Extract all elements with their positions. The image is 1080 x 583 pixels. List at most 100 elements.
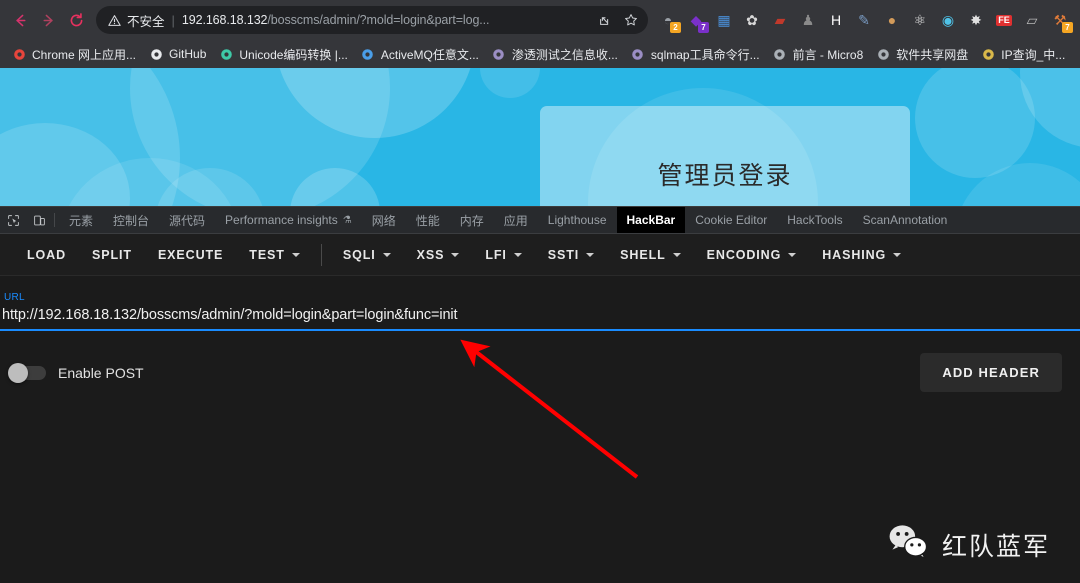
hackbar-payload-group: SQLI XSS LFI SSTI SHELL ENCODING HASHING: [330, 234, 914, 276]
reload-button[interactable]: [62, 6, 90, 34]
hackbar-menu-sqli[interactable]: SQLI: [330, 234, 404, 276]
login-card: 管理员登录: [540, 106, 910, 206]
omnibox-separator: |: [171, 12, 175, 28]
page-viewport: 管理员登录: [0, 68, 1080, 206]
chevron-down-icon: [291, 252, 300, 257]
bookmarks-bar: Chrome 网上应用... GitHub Unicode编码转换 |... Acti…: [0, 40, 1080, 68]
device-toolbar-icon[interactable]: [26, 207, 52, 233]
hackbar-action-test[interactable]: TEST: [236, 234, 313, 276]
chevron-down-icon: [382, 252, 391, 257]
user-agent-switcher-extension[interactable]: ♟: [794, 6, 822, 34]
burp-proxy-extension[interactable]: ▰: [766, 6, 794, 34]
warning-triangle-icon: [108, 14, 121, 27]
devtools-tab-lighthouse[interactable]: Lighthouse: [538, 207, 617, 233]
tab-label: Performance insights: [225, 213, 338, 227]
button-label: LOAD: [27, 247, 67, 262]
enable-post-toggle[interactable]: [8, 362, 46, 383]
wappalyzer-extension[interactable]: ▦: [710, 6, 738, 34]
fe-editor-extension-glyph: FE: [996, 14, 1012, 26]
tab-label: Lighthouse: [547, 213, 607, 227]
bookmark-star-icon[interactable]: [618, 7, 644, 33]
violentmonkey-extension-badge: 7: [698, 22, 709, 33]
settings-gear-extension[interactable]: ✿: [738, 6, 766, 34]
share-icon[interactable]: [592, 7, 618, 33]
add-header-button[interactable]: ADD HEADER: [920, 353, 1062, 392]
burp-proxy-extension-glyph: ▰: [774, 12, 786, 28]
devtools-tab-元素[interactable]: 元素: [59, 207, 103, 233]
button-label: SPLIT: [92, 247, 132, 262]
inspector-extension-glyph: ✎: [858, 12, 870, 28]
fe-editor-extension[interactable]: FE: [990, 6, 1018, 34]
hackbar-menu-shell[interactable]: SHELL: [607, 234, 693, 276]
wechat-icon: [888, 524, 930, 565]
enable-post-toggle-wrap[interactable]: Enable POST: [8, 362, 144, 383]
hackbar-menu-hashing[interactable]: HASHING: [809, 234, 914, 276]
swimming-extension[interactable]: ◉: [934, 6, 962, 34]
button-label: HASHING: [822, 247, 887, 262]
devtools-tab-性能[interactable]: 性能: [406, 207, 450, 233]
bookmark-item[interactable]: ActiveMQ任意文...: [354, 43, 485, 66]
bookmark-label: GitHub: [169, 47, 207, 61]
devtools-tab-内存[interactable]: 内存: [450, 207, 494, 233]
bookmark-item[interactable]: 渗透测试之信息收...: [485, 43, 624, 66]
chrome-webstore-icon: [11, 46, 27, 62]
hackbar-menu-encoding[interactable]: ENCODING: [694, 234, 810, 276]
devtools-tab-cookie-editor[interactable]: Cookie Editor: [685, 207, 777, 233]
bookmark-item[interactable]: Unicode编码转换 |...: [212, 43, 353, 66]
tab-label: ScanAnnotation: [862, 213, 948, 227]
inspector-extension[interactable]: ✎: [850, 6, 878, 34]
experiment-flask-icon: ⚗: [342, 214, 352, 226]
back-button[interactable]: [6, 6, 34, 34]
bookmark-item[interactable]: 软件共享网盘: [869, 43, 974, 66]
url-path: /bosscms/admin/?mold=login&part=log...: [267, 13, 490, 27]
devtools-tab-控制台[interactable]: 控制台: [103, 207, 159, 233]
proxy-switchyomega-extension-badge: 2: [670, 22, 681, 33]
bookmark-label: IP查询_中...: [1001, 47, 1066, 62]
hackbar-menu-lfi[interactable]: LFI: [472, 234, 534, 276]
anchor-icon: [491, 46, 507, 62]
hackbar-menu-ssti[interactable]: SSTI: [535, 234, 607, 276]
devtools-tab-网络[interactable]: 网络: [362, 207, 406, 233]
watermark-text: 红队蓝军: [941, 531, 1050, 561]
devtools-tab-performance-insights[interactable]: Performance insights ⚗: [215, 207, 362, 233]
devtools-tab-应用[interactable]: 应用: [494, 207, 538, 233]
login-title: 管理员登录: [657, 161, 793, 190]
hackbar-action-execute[interactable]: EXECUTE: [145, 234, 236, 276]
blackhat-extension[interactable]: ▱: [1018, 6, 1046, 34]
url-input[interactable]: http://192.168.18.132/bosscms/admin/?mol…: [0, 303, 1080, 329]
blackhat-extension-glyph: ▱: [1026, 12, 1038, 28]
devtools-tab-list: 元素 控制台 源代码 Performance insights ⚗ 网络 性能 内存 应用 Lig…: [59, 207, 957, 233]
devtools-tabbar: 元素 控制台 源代码 Performance insights ⚗ 网络 性能 内存 应用 Lig…: [0, 207, 1080, 234]
browser-window: 不安全 | 192.168.18.132/bosscms/admin/?mold…: [0, 0, 1080, 583]
hackbar-action-split[interactable]: SPLIT: [79, 234, 145, 276]
inspect-element-icon[interactable]: [0, 207, 26, 233]
bookmark-item[interactable]: 前言 - Micro8: [766, 43, 870, 66]
devtools-tab-scanannotation[interactable]: ScanAnnotation: [853, 207, 958, 233]
hacktools-extension[interactable]: H: [822, 6, 850, 34]
bookmark-item[interactable]: sqlmap工具命令行...: [624, 43, 766, 66]
address-bar[interactable]: 不安全 | 192.168.18.132/bosscms/admin/?mold…: [96, 6, 648, 34]
devtools-tab-hacktools[interactable]: HackTools: [777, 207, 852, 233]
tab-label: 控制台: [113, 213, 150, 228]
devtools-tab-源代码[interactable]: 源代码: [159, 207, 215, 233]
hackbar-action-load[interactable]: LOAD: [14, 234, 79, 276]
hackbar-menu-xss[interactable]: XSS: [404, 234, 473, 276]
cookie-editor-extension[interactable]: ●: [878, 6, 906, 34]
proxy-switchyomega-extension[interactable]: ◓ 2: [654, 6, 682, 34]
violentmonkey-extension[interactable]: ◆ 7: [682, 6, 710, 34]
url-host: 192.168.18.132: [181, 13, 268, 27]
bookmark-item[interactable]: Chrome 网上应用...: [5, 43, 142, 66]
molecule-extension[interactable]: ⚛: [906, 6, 934, 34]
globe-icon: [772, 46, 788, 62]
chevron-down-icon: [586, 252, 595, 257]
hackbar-url-section: URL http://192.168.18.132/bosscms/admin/…: [0, 276, 1080, 331]
bookmark-item[interactable]: GitHub: [142, 43, 212, 65]
hackbar-extension[interactable]: ⚒ 7: [1046, 6, 1074, 34]
anchor-icon: [630, 46, 646, 62]
hackbar-action-group: LOAD SPLIT EXECUTE TEST: [14, 234, 313, 276]
forward-button[interactable]: [34, 6, 62, 34]
bookmark-item[interactable]: IP查询_中...: [974, 43, 1071, 66]
toolbar-divider: [54, 213, 55, 227]
devtools-tab-hackbar[interactable]: HackBar: [616, 207, 686, 233]
spider-extension[interactable]: ✸: [962, 6, 990, 34]
